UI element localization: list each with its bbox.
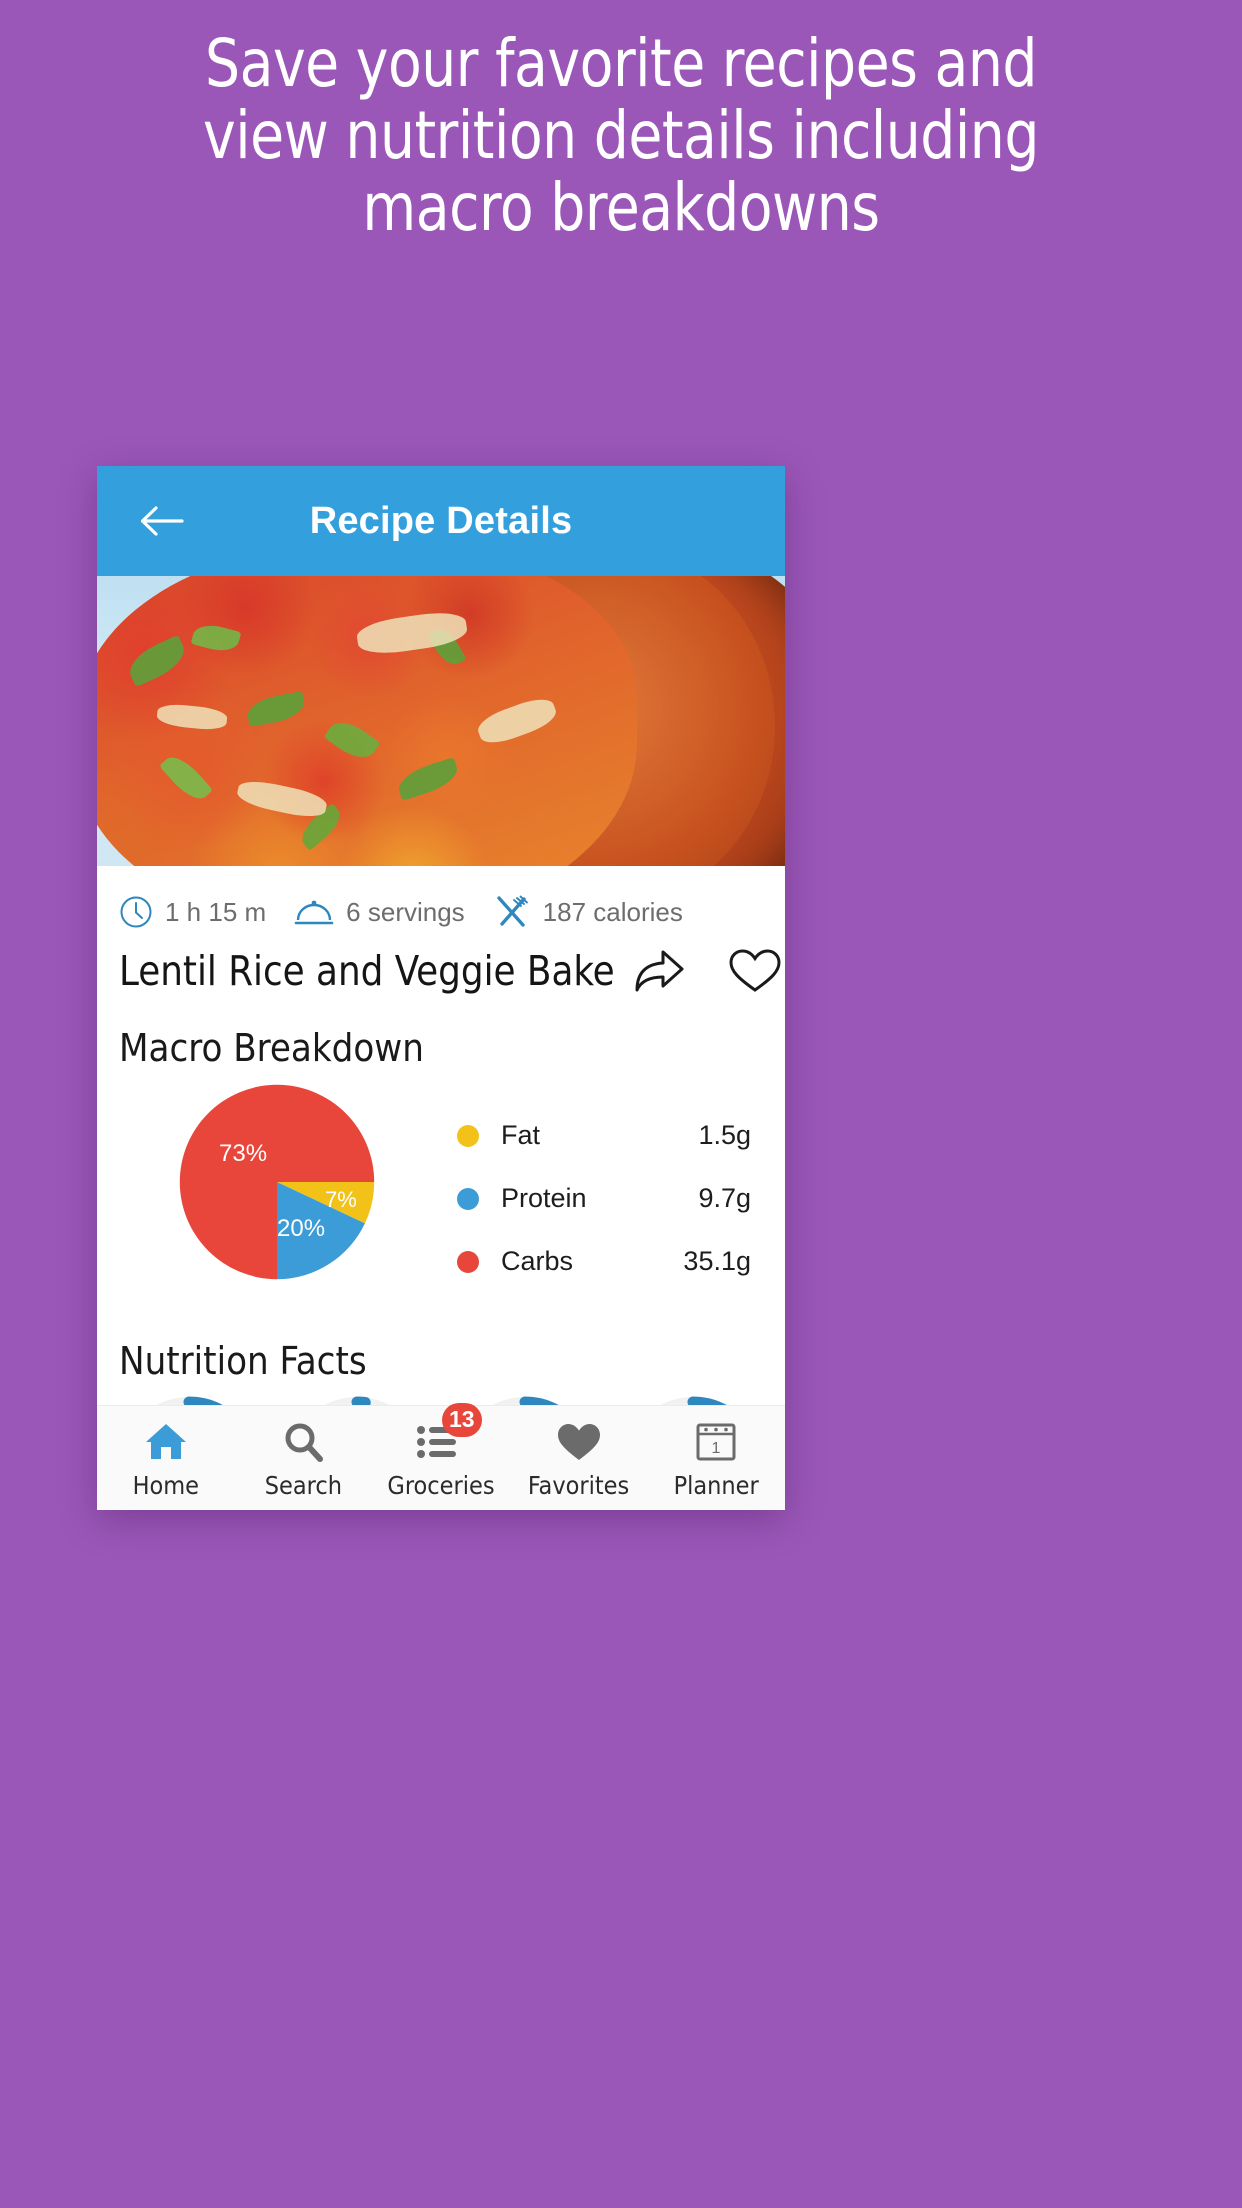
meta-servings: 6 servings	[294, 895, 493, 929]
groceries-badge: 13	[441, 1402, 482, 1437]
recipe-photo	[97, 576, 785, 866]
legend-dot-carbs	[457, 1250, 479, 1273]
pie-label-protein: 20%	[277, 1215, 326, 1242]
heart-outline-icon[interactable]	[728, 947, 782, 995]
legend-value-carbs: 35.1g	[683, 1246, 751, 1276]
nav-label-planner: Planner	[673, 1470, 759, 1500]
bottom-navigation: Home Search 13 Groceries Favorites 1 Pla…	[97, 1402, 785, 1510]
nav-label-search: Search	[264, 1470, 342, 1500]
share-arrow-icon[interactable]	[630, 946, 688, 996]
legend-dot-protein	[457, 1187, 479, 1210]
meta-calories-label: 187 calories	[542, 896, 683, 927]
legend-row-protein: Protein 9.7g	[457, 1183, 751, 1214]
macro-legend: Fat 1.5g Protein 9.7g Carbs 35.1g	[457, 1076, 785, 1309]
calendar-icon: 1	[694, 1417, 738, 1463]
promo-line-2: view nutrition details including	[203, 97, 1039, 174]
meta-time: 1 h 15 m	[119, 895, 294, 929]
legend-row-fat: Fat 1.5g	[457, 1120, 751, 1151]
pie-label-fat: 7%	[325, 1187, 357, 1212]
nav-item-favorites[interactable]: Favorites	[510, 1417, 648, 1500]
macro-pie-chart: 73% 20% 7%	[97, 1076, 457, 1282]
nav-label-favorites: Favorites	[527, 1470, 630, 1500]
clock-icon	[119, 895, 153, 929]
nav-item-groceries[interactable]: 13 Groceries	[372, 1402, 510, 1500]
page-title: Recipe Details	[309, 499, 573, 542]
nav-label-home: Home	[132, 1470, 200, 1500]
meta-servings-label: 6 servings	[346, 896, 465, 927]
macro-section: 73% 20% 7% Fat 1.5g Protein 9.7g Carbs 3…	[97, 1070, 785, 1309]
arrow-left-icon[interactable]	[135, 501, 187, 541]
recipe-title: Lentil Rice and Veggie Bake	[119, 947, 615, 995]
legend-value-fat: 1.5g	[698, 1120, 751, 1150]
meta-time-label: 1 h 15 m	[165, 896, 267, 927]
recipe-meta-row: 1 h 15 m 6 servings 187 calories	[97, 866, 785, 930]
search-icon	[282, 1417, 324, 1463]
nutrition-heading: Nutrition Facts	[119, 1339, 367, 1383]
legend-dot-fat	[457, 1124, 479, 1147]
macro-heading: Macro Breakdown	[119, 1026, 424, 1070]
legend-label-fat: Fat	[501, 1120, 541, 1150]
legend-label-carbs: Carbs	[501, 1246, 574, 1276]
app-bar: Recipe Details	[97, 466, 785, 576]
legend-label-protein: Protein	[501, 1183, 587, 1213]
pie-label-carbs: 73%	[219, 1140, 268, 1167]
heart-filled-icon	[556, 1417, 602, 1463]
phone-screen: Recipe Details 1 h 15 m 6 servings 187 c…	[97, 466, 785, 1510]
fork-knife-icon	[493, 894, 531, 930]
meta-calories: 187 calories	[493, 894, 711, 930]
recipe-title-row: Lentil Rice and Veggie Bake	[97, 930, 785, 996]
promo-line-1: Save your favorite recipes and	[204, 25, 1038, 102]
legend-row-carbs: Carbs 35.1g	[457, 1246, 751, 1277]
promo-headline: Save your favorite recipes and view nutr…	[43, 28, 1198, 244]
list-icon: 13	[416, 1402, 482, 1463]
legend-value-protein: 9.7g	[698, 1183, 751, 1213]
serving-dome-icon	[294, 895, 334, 929]
nav-item-planner[interactable]: 1 Planner	[647, 1417, 785, 1500]
nav-label-groceries: Groceries	[387, 1470, 495, 1500]
pie-svg	[179, 1084, 375, 1280]
nav-item-search[interactable]: Search	[235, 1417, 373, 1500]
recipe-actions	[630, 946, 782, 996]
home-icon	[144, 1417, 188, 1463]
promo-line-3: macro breakdowns	[362, 169, 880, 246]
svg-text:1: 1	[712, 1440, 721, 1457]
nav-item-home[interactable]: Home	[97, 1417, 235, 1500]
